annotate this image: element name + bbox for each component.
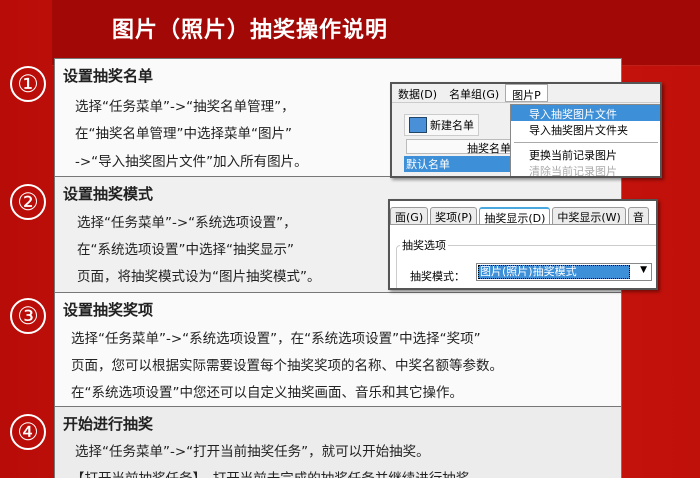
step-line: 页面，您可以根据实际需要设置每个抽奖奖项的名称、中奖名额等参数。 <box>71 358 503 374</box>
screenshot-list-manager: 数据(D) 名单组(G) 图片P 新建名单 抽奖名单 默认名单 导入抽奖图片文件… <box>390 82 662 178</box>
tab-winner-display[interactable]: 中奖显示(W) <box>552 207 626 224</box>
step-heading: 设置抽奖模式 <box>63 185 154 203</box>
user-add-icon <box>409 117 427 133</box>
tab-interface[interactable]: 面(G) <box>390 207 429 224</box>
step-line: 在“系统选项设置”中您还可以自定义抽奖画面、音乐和其它操作。 <box>71 385 463 401</box>
step-line: ->“导入抽奖图片文件”加入所有图片。 <box>75 154 308 170</box>
step-number-2: ② <box>10 184 46 220</box>
step-line: 页面，将抽奖模式设为“图片抽奖模式”。 <box>77 269 321 285</box>
step-line: 选择“任务菜单”->“系统选项设置”， <box>77 215 297 231</box>
picture-dropdown-menu: 导入抽奖图片文件 导入抽奖图片文件夹 更换当前记录图片 清除当前记录图片 <box>510 104 660 176</box>
group-label: 抽奖选项 <box>400 237 448 253</box>
step-number-3: ③ <box>10 298 46 334</box>
new-list-button[interactable]: 新建名单 <box>404 114 479 136</box>
tab-prizes[interactable]: 奖项(P) <box>430 207 478 224</box>
chevron-down-icon: ▼ <box>640 265 647 275</box>
tab-music[interactable]: 音 <box>627 207 649 224</box>
menu-item-import-files[interactable]: 导入抽奖图片文件 <box>511 105 660 121</box>
step-line: 选择“任务菜单”->“打开当前抽奖任务”，就可以开始抽奖。 <box>75 444 430 460</box>
step-line: 选择“任务菜单”->“抽奖名单管理”， <box>75 99 295 115</box>
step-panel-4: 开始进行抽奖 选择“任务菜单”->“打开当前抽奖任务”，就可以开始抽奖。 【打开… <box>54 406 622 478</box>
tab-draw-display[interactable]: 抽奖显示(D) <box>479 207 551 225</box>
step-heading: 设置抽奖名单 <box>63 67 154 85</box>
step-number-4: ④ <box>10 414 46 450</box>
draw-mode-select[interactable]: 图片(照片)抽奖模式 ▼ <box>476 263 652 281</box>
menu-picture[interactable]: 图片P <box>505 84 548 102</box>
header-banner: 图片（照片）抽奖操作说明 <box>52 0 700 66</box>
menu-item-clear-image[interactable]: 清除当前记录图片 <box>511 162 660 176</box>
step-line: 【打开当前抽奖任务】，打开当前未完成的抽奖任务并继续进行抽奖。 <box>71 467 483 478</box>
new-list-label: 新建名单 <box>430 119 474 132</box>
menu-item-replace-image[interactable]: 更换当前记录图片 <box>511 146 660 162</box>
step-panel-3: 设置抽奖奖项 选择“任务菜单”->“系统选项设置”，在“系统选项设置”中选择“奖… <box>54 292 622 407</box>
step-line: 在“系统选项设置”中选择“抽奖显示” <box>77 242 294 258</box>
step-heading: 设置抽奖奖项 <box>63 301 154 319</box>
step-line: 在“抽奖名单管理”中选择菜单“图片” <box>75 126 292 142</box>
draw-mode-label: 抽奖模式： <box>410 270 465 283</box>
list-row[interactable]: 默认名单 <box>404 156 514 172</box>
menu-item-import-folder[interactable]: 导入抽奖图片文件夹 <box>511 121 660 137</box>
step-line: 选择“任务菜单”->“系统选项设置”，在“系统选项设置”中选择“奖项” <box>71 331 481 347</box>
step-heading: 开始进行抽奖 <box>63 415 154 433</box>
page-title: 图片（照片）抽奖操作说明 <box>112 18 389 43</box>
options-tabs: 面(G) 奖项(P) 抽奖显示(D) 中奖显示(W) 音 <box>390 207 656 225</box>
step-number-1: ① <box>10 66 46 102</box>
draw-mode-value: 图片(照片)抽奖模式 <box>478 265 630 279</box>
column-header: 抽奖名单 <box>406 139 516 155</box>
screenshot-options: 面(G) 奖项(P) 抽奖显示(D) 中奖显示(W) 音 抽奖选项 抽奖模式： … <box>388 199 658 290</box>
menu-data[interactable]: 数据(D) <box>392 84 443 102</box>
menu-group[interactable]: 名单组(G) <box>443 84 505 102</box>
menu-bar: 数据(D) 名单组(G) 图片P <box>392 84 660 103</box>
